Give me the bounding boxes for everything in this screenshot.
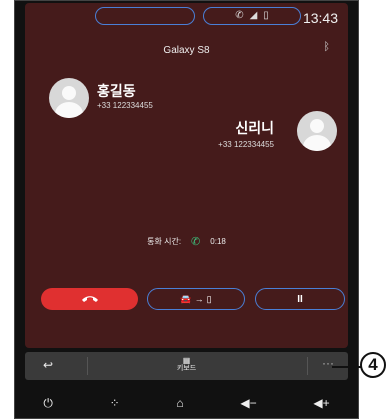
hang-up-button[interactable] [41,288,138,310]
keypad-label: 키보드 [176,365,197,372]
signal-icon: ◢ [249,10,258,21]
caller1-avatar [49,78,89,118]
duration-value: 0:18 [210,237,226,246]
home-icon[interactable]: ⌂ [176,396,183,410]
active-call-icon: ✆ [191,236,201,248]
action-bar: ↩ ▦ 키보드 ··· [25,352,348,380]
power-icon[interactable]: ⏻ [43,396,53,411]
clock: 13:43 [302,10,338,26]
keypad-icon: ▦ [182,356,191,365]
device-name: Galaxy S8 [163,45,210,56]
keypad-button[interactable]: ▦ 키보드 [25,356,348,373]
callout-number: 4 [360,352,386,378]
hang-up-icon [81,296,98,302]
arrow-icon: → [194,294,204,304]
divider [307,357,308,375]
bluetooth-icon: ᛒ [323,41,330,53]
caller2-name: 신리니 [235,120,274,136]
transfer-to-phone-button[interactable]: 🚘 → ▯ [147,288,245,310]
caller1-name: 홍길동 [97,83,136,99]
caller2-number: +33 122334455 [218,140,274,149]
phone-device-icon: ▯ [206,293,212,304]
pause-icon: II [297,293,303,305]
call-duration: 통화 시간: ✆ 0:18 [25,235,348,248]
duration-label: 통화 시간: [147,237,182,246]
phone-icon: ✆ [235,10,244,21]
volume-down-icon[interactable]: ◀− [240,396,256,410]
call-screen: ✆ ◢ ▯ 13:43 Galaxy S8 ᛒ 홍길동 +33 12233445… [25,3,348,348]
hold-button[interactable]: II [255,288,345,310]
volume-up-icon[interactable]: ◀+ [313,396,329,410]
callout-line [332,366,362,368]
notification-pill[interactable] [95,7,195,25]
apps-grid-icon[interactable]: ⁘ [110,396,120,410]
caller2-avatar [297,111,337,151]
car-icon: 🚘 [180,293,192,304]
status-icons-pill[interactable]: ✆ ◢ ▯ [203,7,301,25]
battery-icon: ▯ [263,10,269,21]
caller1-number: +33 122334455 [97,101,153,110]
bottom-nav: ⏻ ⁘ ⌂ ◀− ◀+ [15,386,358,418]
head-unit-screen: ✆ ◢ ▯ 13:43 Galaxy S8 ᛒ 홍길동 +33 12233445… [14,0,359,419]
